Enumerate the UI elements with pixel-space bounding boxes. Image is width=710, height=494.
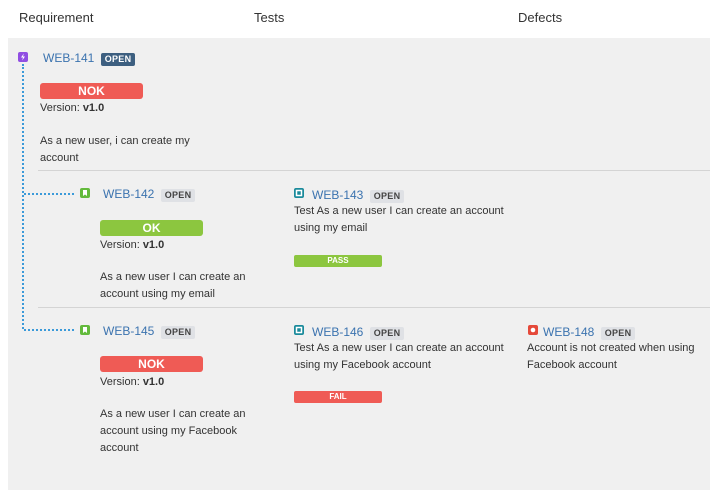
story-key-link[interactable]: WEB-142 bbox=[103, 187, 154, 201]
epic-status-badge: OPEN bbox=[100, 53, 136, 66]
column-header-requirement: Requirement bbox=[19, 10, 94, 25]
story-key-link[interactable]: WEB-145 bbox=[103, 324, 154, 338]
test-icon bbox=[294, 325, 304, 335]
column-header-tests: Tests bbox=[254, 10, 285, 25]
epic-icon bbox=[18, 52, 28, 62]
epic-version: Version: v1.0 bbox=[40, 100, 104, 117]
defect-key-link[interactable]: WEB-148 bbox=[543, 325, 594, 339]
test-summary: Test As a new user I can create an accou… bbox=[294, 342, 504, 371]
defect-summary: Account is not created when using Facebo… bbox=[527, 342, 695, 371]
epic-summary: As a new user, i can create my account bbox=[40, 135, 190, 164]
test-result-badge: FAIL bbox=[294, 391, 382, 403]
version-label: Version: bbox=[100, 239, 143, 251]
story-summary: As a new user I can create an account us… bbox=[100, 408, 246, 454]
version-value: v1.0 bbox=[142, 239, 165, 251]
epic-key-link[interactable]: WEB-141 bbox=[43, 51, 94, 65]
version-value: v1.0 bbox=[82, 102, 105, 114]
epic-result-badge: NOK bbox=[40, 83, 143, 99]
tree-connector-vertical bbox=[22, 64, 24, 329]
defect-header: WEB-148 OPEN bbox=[543, 325, 636, 340]
version-label: Version: bbox=[100, 376, 143, 388]
test-result-badge: PASS bbox=[294, 255, 382, 267]
story-summary: As a new user I can create an account us… bbox=[100, 271, 246, 300]
version-label: Version: bbox=[40, 102, 83, 114]
row-divider bbox=[38, 307, 710, 308]
story-icon bbox=[80, 188, 90, 198]
epic-header: WEB-141 OPEN bbox=[43, 51, 136, 66]
version-value: v1.0 bbox=[142, 376, 165, 388]
test-key-link[interactable]: WEB-143 bbox=[312, 188, 363, 202]
test-header: WEB-146 OPEN bbox=[312, 325, 405, 340]
story-version: Version: v1.0 bbox=[100, 237, 164, 254]
tree-connector-row-1 bbox=[24, 193, 74, 195]
test-header: WEB-143 OPEN bbox=[312, 188, 405, 203]
story-result-badge: OK bbox=[100, 220, 203, 236]
story-status-badge: OPEN bbox=[160, 189, 196, 202]
story-result-badge: NOK bbox=[100, 356, 203, 372]
story-icon bbox=[80, 325, 90, 335]
story-status-badge: OPEN bbox=[160, 326, 196, 339]
test-key-link[interactable]: WEB-146 bbox=[312, 325, 363, 339]
story-header: WEB-145 OPEN bbox=[103, 324, 196, 339]
defect-status-badge: OPEN bbox=[600, 327, 636, 340]
test-summary: Test As a new user I can create an accou… bbox=[294, 205, 504, 234]
test-status-badge: OPEN bbox=[369, 327, 405, 340]
bug-icon bbox=[528, 325, 538, 335]
column-header-defects: Defects bbox=[518, 10, 563, 25]
story-header: WEB-142 OPEN bbox=[103, 187, 196, 202]
story-version: Version: v1.0 bbox=[100, 374, 164, 391]
test-status-badge: OPEN bbox=[369, 190, 405, 203]
tree-connector-row-2 bbox=[24, 329, 74, 331]
test-icon bbox=[294, 188, 304, 198]
row-divider bbox=[38, 170, 710, 171]
